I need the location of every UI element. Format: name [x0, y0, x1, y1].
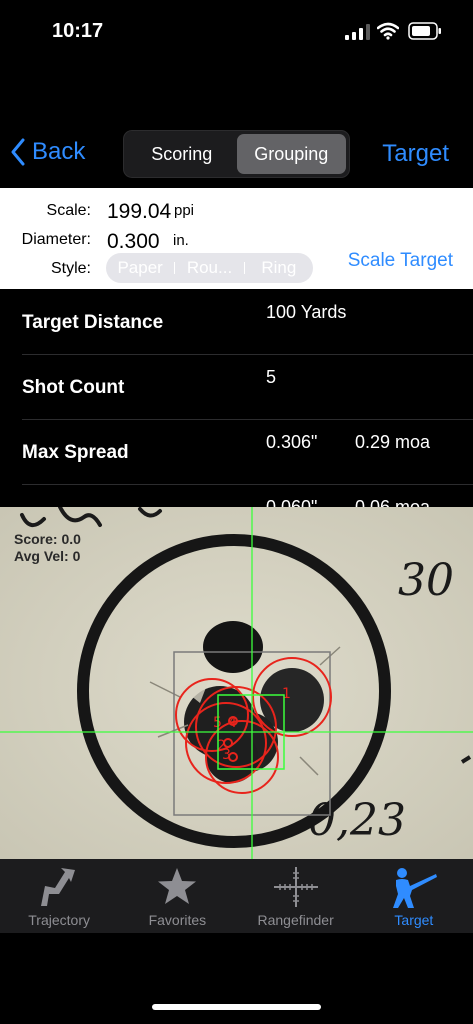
diameter-label: Diameter: [21, 231, 91, 248]
style-label: Style: [50, 260, 91, 277]
target-photo-view[interactable]: 30 0,23 1 2 3 4 5 Score: 0.0 Avg Vel: 0 [0, 507, 473, 859]
style-option-ring[interactable]: Ring [245, 258, 313, 278]
group-stats-list: Target Distance 100 Yards Shot Count 5 M… [0, 290, 473, 507]
tab-label: Favorites [148, 912, 207, 928]
stat-value: 5 [266, 367, 277, 387]
avg-velocity-text: Avg Vel: 0 [14, 548, 81, 564]
bullet-hole [203, 621, 263, 673]
star-icon [158, 868, 197, 904]
tab-bar: Trajectory Favorites Rangefinder Target [0, 859, 473, 933]
stat-label: Target Distance [22, 312, 164, 333]
chevron-left-icon [11, 138, 25, 166]
trajectory-icon [41, 868, 76, 906]
tab-target[interactable]: Target [355, 859, 473, 933]
back-button[interactable]: Back [10, 138, 85, 166]
back-label: Back [32, 138, 86, 165]
style-segmented-control: Paper Rou... Ring [106, 253, 313, 283]
score-overlay: Score: 0.0 Avg Vel: 0 [14, 531, 81, 565]
style-option-paper[interactable]: Paper [106, 258, 174, 278]
tab-rangefinder[interactable]: Rangefinder [237, 859, 355, 933]
stat-row-partial[interactable]: 0.060" 0.06 moa [0, 485, 473, 507]
scale-unit: ppi [174, 202, 195, 219]
handwriting-top-right: 30 [398, 555, 454, 606]
stat-label: Shot Count [22, 377, 125, 398]
crosshair-icon [273, 867, 318, 907]
navigation-bar: Back Scoring Grouping Target [0, 122, 473, 186]
stat-value-moa: 0.29 moa [355, 432, 431, 452]
scale-target-button[interactable]: Scale Target [348, 250, 453, 272]
cellular-signal-icon [345, 24, 370, 40]
tab-trajectory[interactable]: Trajectory [0, 859, 118, 933]
scale-value[interactable]: 199.04 [107, 200, 171, 224]
status-time: 10:17 [52, 20, 104, 42]
tab-favorites[interactable]: Favorites [118, 859, 236, 933]
diameter-value[interactable]: 0.300 [107, 230, 160, 254]
style-option-round[interactable]: Rou... [175, 258, 243, 278]
stat-value-moa: 0.06 moa [355, 497, 431, 507]
stat-row-shot-count[interactable]: Shot Count 5 [0, 355, 473, 420]
score-text: Score: 0.0 [14, 531, 81, 547]
shot-number: 4 [228, 715, 237, 731]
status-bar: 10:17 [0, 0, 473, 60]
stat-value-inches: 0.060" [266, 497, 318, 507]
rifleman-icon [392, 868, 437, 908]
segment-grouping[interactable]: Grouping [236, 134, 346, 174]
tab-label: Target [394, 912, 434, 928]
wifi-icon [377, 22, 399, 40]
segment-scoring[interactable]: Scoring [127, 134, 237, 174]
stat-value-inches: 0.306" [266, 432, 318, 452]
shot-number: 3 [222, 747, 231, 763]
stat-row-target-distance[interactable]: Target Distance 100 Yards [0, 290, 473, 355]
mode-segmented-control: Scoring Grouping [123, 130, 350, 178]
home-indicator[interactable] [152, 1004, 321, 1010]
stat-value: 100 Yards [266, 302, 347, 322]
diameter-unit: in. [173, 232, 189, 249]
tab-label: Trajectory [28, 912, 90, 928]
target-nav-button[interactable]: Target [382, 140, 449, 168]
scale-label: Scale: [46, 202, 91, 219]
stat-row-max-spread[interactable]: Max Spread 0.306" 0.29 moa [0, 420, 473, 485]
scale-panel: Scale: 199.04 ppi Diameter: 0.300 in. St… [0, 188, 473, 289]
battery-icon [408, 22, 441, 40]
tab-label: Rangefinder [257, 912, 334, 928]
stat-label: Max Spread [22, 442, 129, 463]
